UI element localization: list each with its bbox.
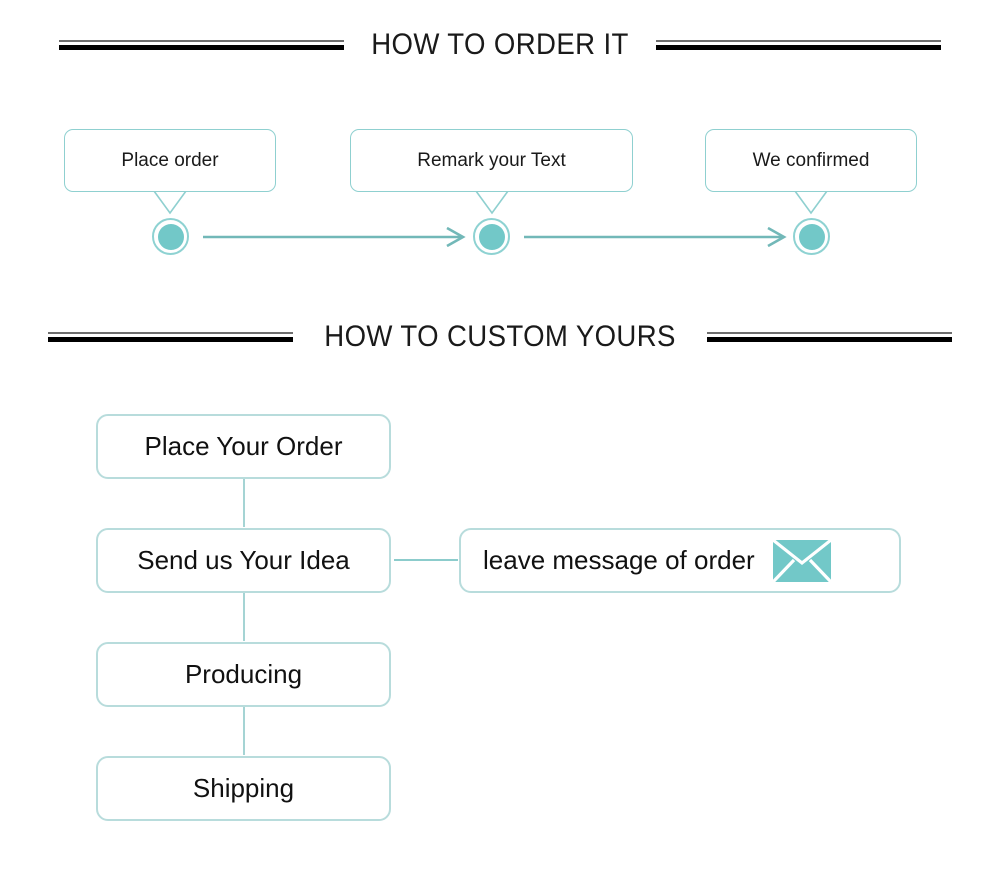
custom-step-box-4[interactable]: Shipping [96, 756, 391, 821]
horizontal-connector [394, 559, 458, 561]
custom-step-label-2: Send us Your Idea [137, 545, 350, 575]
custom-step-box-2[interactable]: Send us Your Idea [96, 528, 391, 593]
vertical-connector [243, 707, 245, 755]
heading-rule-right [707, 331, 953, 343]
vertical-connector [243, 593, 245, 641]
custom-step-label-3: Producing [184, 659, 303, 689]
leave-message-box[interactable]: leave message of order [459, 528, 901, 593]
heading-title: HOW TO CUSTOM YOURS [324, 320, 676, 353]
custom-step-box-3[interactable]: Producing [96, 642, 391, 707]
custom-step-label-4: Shipping [192, 773, 295, 803]
leave-message-label: leave message of order [483, 545, 755, 575]
custom-step-box-1[interactable]: Place Your Order [96, 414, 391, 479]
custom-step-label-1: Place Your Order [144, 431, 343, 461]
envelope-icon [772, 539, 831, 582]
heading-rule-left [47, 331, 293, 343]
custom-flow-section: HOW TO CUSTOM YOURS Place Your Order Sen… [0, 0, 1000, 876]
vertical-connector [243, 479, 245, 527]
custom-flow-heading: HOW TO CUSTOM YOURS [0, 320, 1000, 354]
